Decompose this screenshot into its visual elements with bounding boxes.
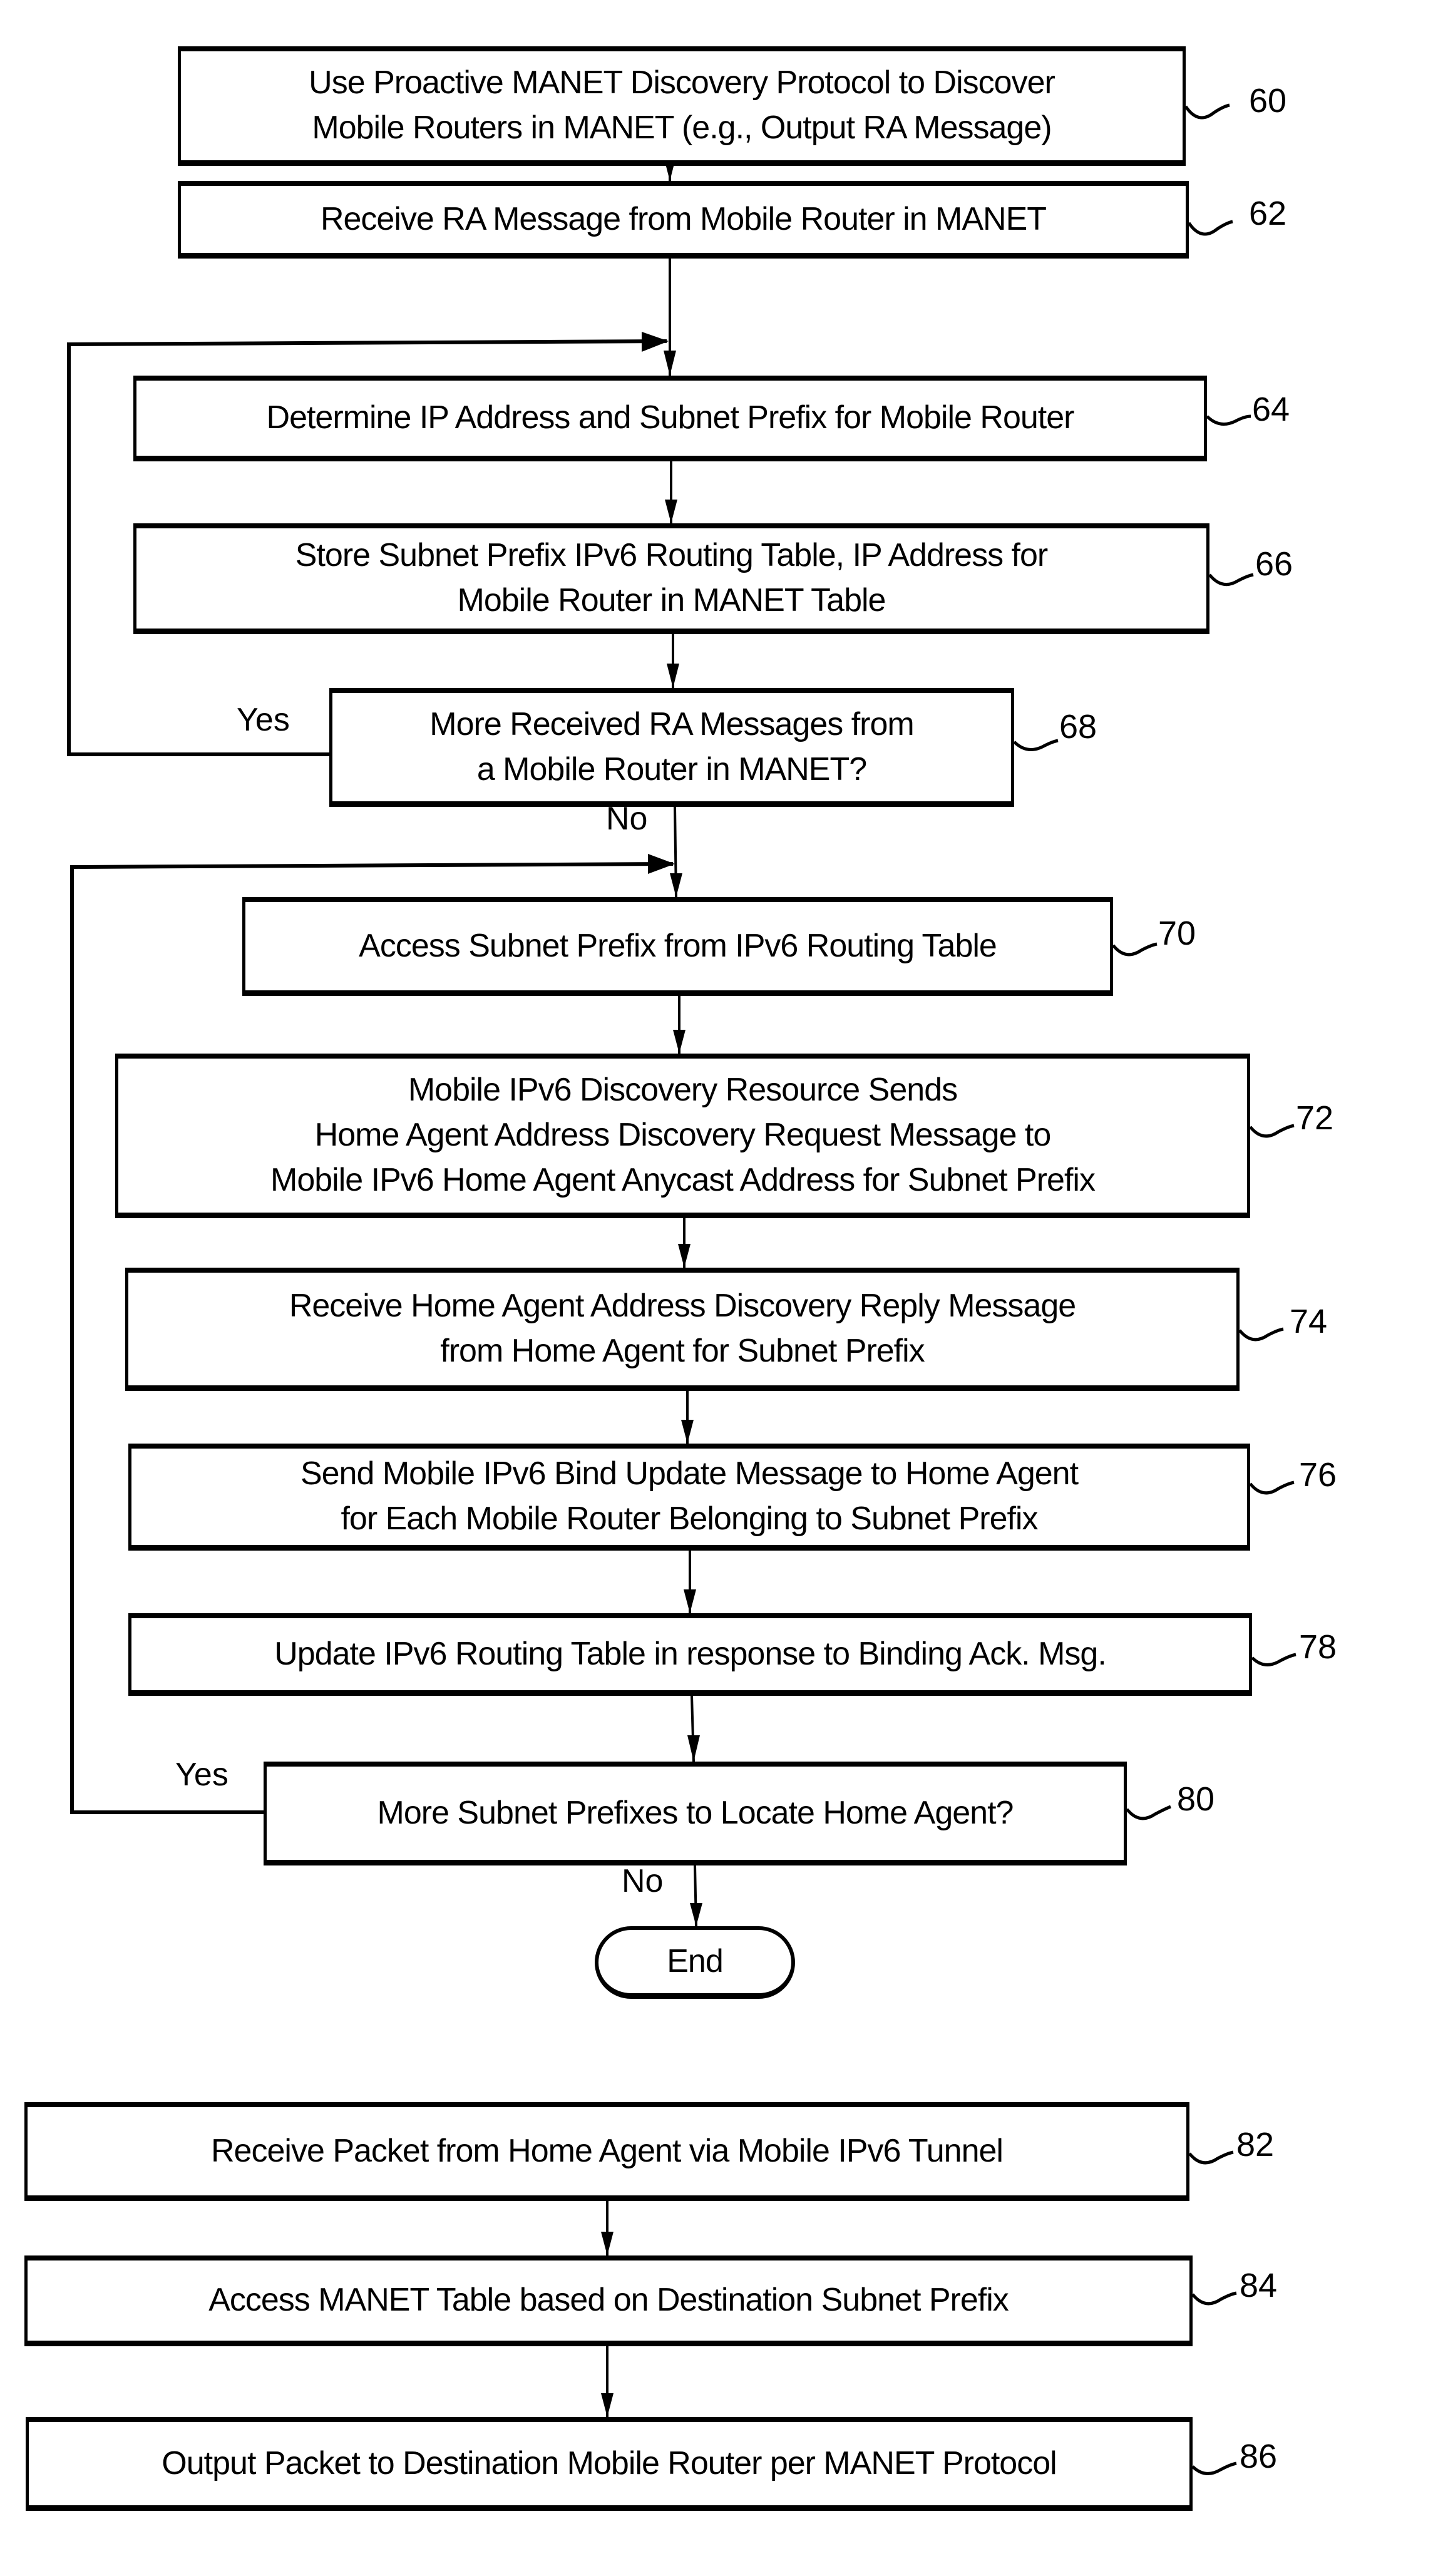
leader-60 <box>1184 103 1230 120</box>
step-64-line-1: Determine IP Address and Subnet Prefix f… <box>266 399 1075 436</box>
step-62-box: Receive RA Message from Mobile Router in… <box>178 181 1189 259</box>
step-60-box: Use Proactive MANET Discovery Protocol t… <box>178 46 1186 166</box>
step-70-box: Access Subnet Prefix from IPv6 Routing T… <box>242 897 1113 996</box>
step-70-line-1: Access Subnet Prefix from IPv6 Routing T… <box>359 927 997 964</box>
step-62-line-1: Receive RA Message from Mobile Router in… <box>320 200 1047 237</box>
decision-80-line-1: More Subnet Prefixes to Locate Home Agen… <box>377 1794 1014 1831</box>
decision-68-no-label: No <box>606 801 648 837</box>
end-label: End <box>667 1942 724 1979</box>
step-66-box: Store Subnet Prefix IPv6 Routing Table, … <box>133 523 1209 634</box>
ref-66: 66 <box>1255 545 1293 583</box>
step-78-box: Update IPv6 Routing Table in response to… <box>128 1613 1252 1696</box>
arrowhead-76-78 <box>684 1589 696 1613</box>
leader-66 <box>1208 573 1254 587</box>
step-72-line-2: Home Agent Address Discovery Request Mes… <box>314 1117 1052 1154</box>
step-66-line-1: Store Subnet Prefix IPv6 Routing Table, … <box>295 537 1048 574</box>
ref-84: 84 <box>1240 2267 1278 2304</box>
step-82-line-1: Receive Packet from Home Agent via Mobil… <box>211 2132 1004 2169</box>
step-84-box: Access MANET Table based on Destination … <box>24 2255 1193 2346</box>
arrowhead-66-68 <box>667 664 679 688</box>
ref-68: 68 <box>1059 708 1097 746</box>
ref-86: 86 <box>1240 2438 1278 2475</box>
step-84-line-1: Access MANET Table based on Destination … <box>208 2282 1009 2319</box>
arrowhead-82-84 <box>601 2232 614 2255</box>
step-60-line-1: Use Proactive MANET Discovery Protocol t… <box>309 64 1055 101</box>
arrowhead-84-86 <box>601 2393 614 2417</box>
step-74-line-2: from Home Agent for Subnet Prefix <box>440 1333 925 1369</box>
leader-84 <box>1191 2291 1237 2306</box>
step-76-box: Send Mobile IPv6 Bind Update Message to … <box>128 1444 1250 1551</box>
ref-82: 82 <box>1236 2126 1275 2163</box>
step-60-line-2: Mobile Routers in MANET (e.g., Output RA… <box>312 110 1052 146</box>
ref-70: 70 <box>1158 915 1196 952</box>
loop-68-arrowhead <box>642 332 669 352</box>
ref-76: 76 <box>1299 1456 1337 1494</box>
leader-64 <box>1206 414 1251 426</box>
leader-72 <box>1249 1124 1295 1138</box>
step-78-line-1: Update IPv6 Routing Table in response to… <box>274 1635 1107 1672</box>
step-74-box: Receive Home Agent Address Discovery Rep… <box>125 1268 1240 1391</box>
leader-86 <box>1191 2461 1237 2475</box>
step-82-box: Receive Packet from Home Agent via Mobil… <box>24 2102 1189 2201</box>
decision-68-yes-label: Yes <box>237 702 290 738</box>
step-72-box: Mobile IPv6 Discovery Resource Sends Home… <box>115 1054 1250 1218</box>
leader-62 <box>1187 220 1233 236</box>
leader-78 <box>1251 1653 1297 1666</box>
leader-76 <box>1249 1480 1295 1495</box>
leader-68 <box>1013 739 1059 751</box>
step-86-line-1: Output Packet to Destination Mobile Rout… <box>162 2445 1057 2481</box>
ref-72: 72 <box>1296 1099 1334 1137</box>
arrowhead-80-end <box>690 1903 702 1926</box>
end-terminal: End <box>595 1926 795 1999</box>
leader-82 <box>1188 2150 1234 2165</box>
ref-74: 74 <box>1290 1303 1328 1340</box>
arrowhead-72-74 <box>678 1244 691 1268</box>
step-66-line-2: Mobile Router in MANET Table <box>457 582 886 618</box>
ref-62: 62 <box>1249 195 1287 232</box>
arrowhead-78-80 <box>687 1735 700 1762</box>
step-72-line-3: Mobile IPv6 Home Agent Anycast Address f… <box>270 1161 1096 1198</box>
decision-80-box: More Subnet Prefixes to Locate Home Agen… <box>264 1762 1127 1865</box>
decision-68-line-1: More Received RA Messages from <box>429 706 914 742</box>
decision-68-box: More Received RA Messages from a Mobile R… <box>329 688 1014 807</box>
leader-80 <box>1126 1805 1171 1820</box>
step-72-line-1: Mobile IPv6 Discovery Resource Sends <box>408 1072 958 1109</box>
arrowhead-74-76 <box>681 1420 694 1444</box>
loop-80-arrowhead <box>648 854 675 874</box>
step-74-line-1: Receive Home Agent Address Discovery Rep… <box>289 1288 1076 1325</box>
arrowhead-68-70 <box>670 873 682 897</box>
ref-78: 78 <box>1299 1628 1337 1666</box>
arrowhead-62-64 <box>664 351 676 376</box>
decision-80-yes-label: Yes <box>175 1757 228 1793</box>
decision-68-line-2: a Mobile Router in MANET? <box>476 751 867 788</box>
leader-70 <box>1112 942 1158 957</box>
step-64-box: Determine IP Address and Subnet Prefix f… <box>133 376 1207 461</box>
leader-74 <box>1238 1327 1284 1342</box>
step-86-box: Output Packet to Destination Mobile Rout… <box>26 2417 1193 2511</box>
arrowhead-64-66 <box>665 500 677 523</box>
step-76-line-1: Send Mobile IPv6 Bind Update Message to … <box>300 1455 1079 1492</box>
arrowhead-70-72 <box>673 1030 685 1054</box>
ref-64: 64 <box>1252 391 1290 428</box>
decision-80-no-label: No <box>622 1863 664 1899</box>
step-76-line-2: for Each Mobile Router Belonging to Subn… <box>341 1501 1038 1537</box>
ref-60: 60 <box>1249 82 1287 120</box>
ref-80: 80 <box>1177 1780 1215 1818</box>
